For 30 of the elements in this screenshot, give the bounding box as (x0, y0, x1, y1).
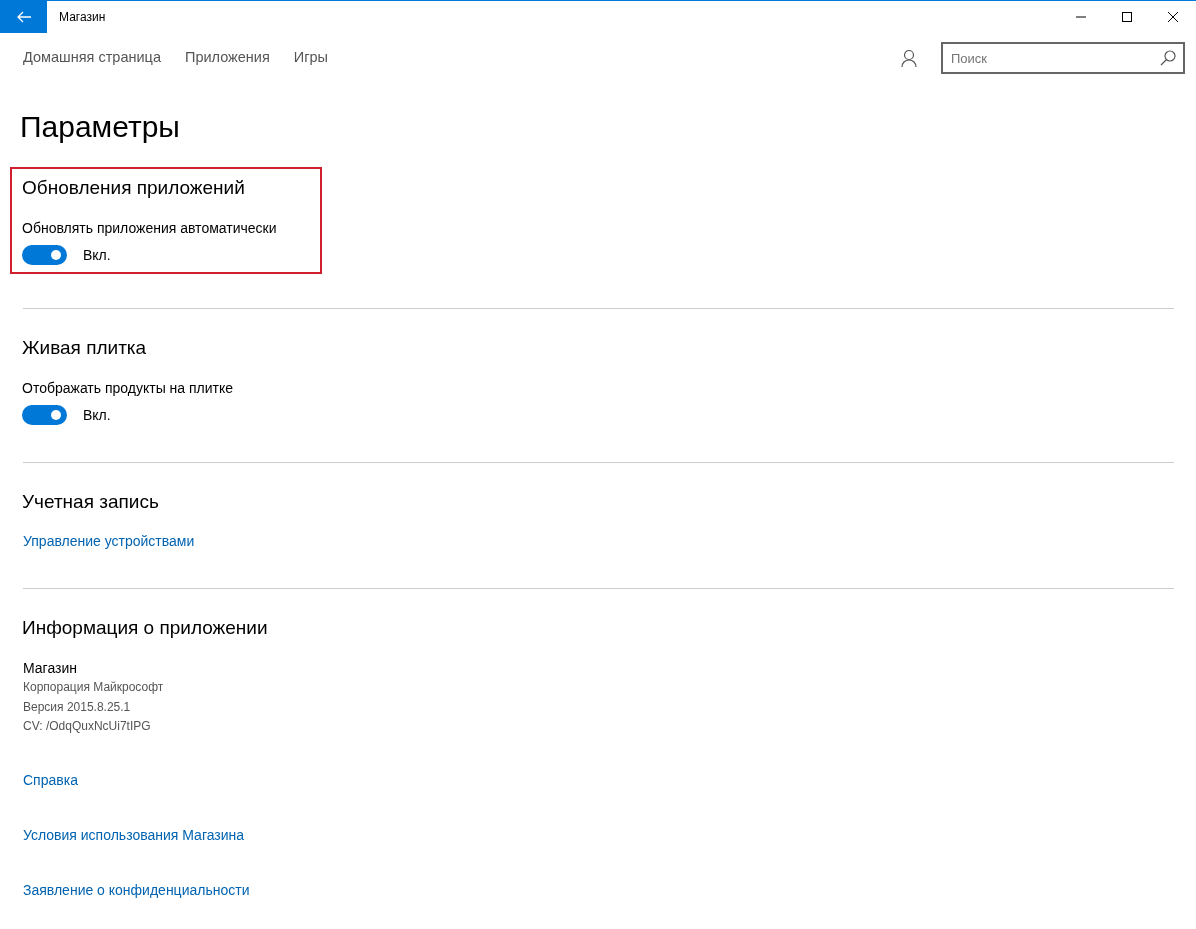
link[interactable]: Справка (23, 772, 78, 789)
section-heading: Информация о приложении (22, 617, 269, 641)
nav-tab[interactable]: Домашняя страница (23, 47, 161, 69)
link[interactable]: Управление устройствами (23, 533, 195, 550)
link[interactable]: Условия использования Магазина (23, 827, 245, 844)
info-text: CV: /OdqQuxNcUi7tIPG (23, 717, 152, 735)
toggle-switch[interactable] (22, 405, 67, 426)
page-title: Параметры (20, 109, 181, 145)
section-heading: Живая плитка (22, 336, 148, 360)
link[interactable]: Заявление о конфиденциальности (23, 882, 250, 899)
toggle-state: Вкл. (83, 245, 111, 265)
close-icon (1168, 12, 1178, 22)
toggle-switch[interactable] (22, 245, 67, 266)
back-arrow-icon (16, 11, 31, 23)
section-heading: Учетная запись (22, 490, 160, 514)
info-text: Версия 2015.8.25.1 (23, 698, 132, 716)
back-button[interactable] (0, 1, 47, 33)
maximize-icon (1122, 12, 1132, 22)
window-title: Магазин (59, 9, 106, 26)
account-icon[interactable] (901, 49, 917, 67)
search-field[interactable]: Поиск (941, 42, 1185, 74)
setting-label: Обновлять приложения автоматически (22, 218, 278, 238)
setting-label: Отображать продукты на плитке (22, 378, 235, 398)
section-heading: Обновления приложений (22, 177, 246, 200)
search-icon[interactable] (1160, 50, 1176, 66)
info-text: Магазин (23, 659, 78, 679)
nav-tab[interactable]: Приложения (184, 47, 270, 69)
nav-tab[interactable]: Игры (293, 47, 328, 69)
toggle-state: Вкл. (83, 405, 111, 425)
info-text: Корпорация Майкрософт (23, 679, 165, 697)
